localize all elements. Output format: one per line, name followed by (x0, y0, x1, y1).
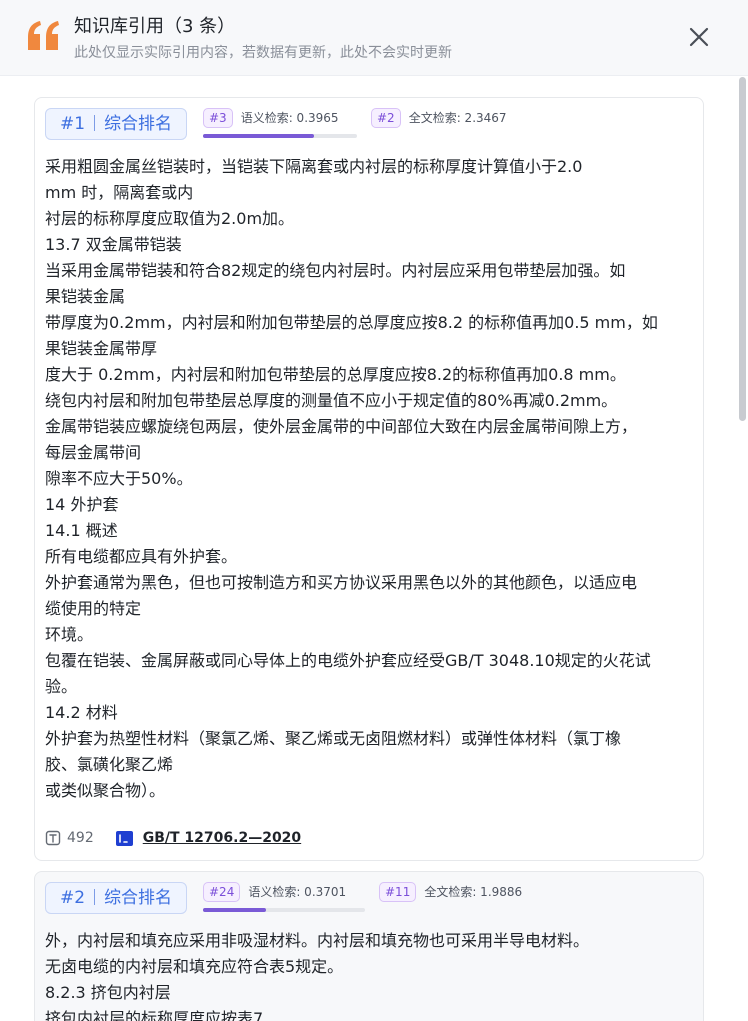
scrollbar[interactable] (739, 77, 746, 421)
fulltext-score: #2 全文检索: 2.3467 (371, 108, 541, 140)
content-line: 度大于 0.2mm，内衬层和附加包带垫层的总厚度应按8.2的标称值再加0.8 m… (45, 365, 626, 384)
content-line: 13.7 双金属带铠装 (45, 235, 182, 254)
rank-divider (94, 115, 96, 131)
dialog-subtitle: 此处仅显示实际引用内容，若数据有更新，此处不会实时更新 (74, 45, 452, 61)
fulltext-score: #11 全文检索: 1.9886 (379, 882, 549, 914)
content-line: 挤包内衬层的标称厚度应按表7 (45, 1009, 264, 1021)
content-line: mm 时，隔离套或内 (45, 183, 194, 202)
content-line: 胶、氯磺化聚乙烯 (45, 755, 174, 774)
content-line: 衬层的标称厚度应取值为2.0m加。 (45, 209, 295, 228)
rank-divider (94, 889, 96, 905)
content-line: 每层金属带间 (45, 443, 142, 462)
content-line: 果铠装金属 (45, 287, 126, 306)
rank-number: #2 (60, 888, 86, 908)
semantic-score-bar (203, 908, 365, 912)
rank-label: 综合排名 (104, 888, 173, 908)
rank-tag: #2 综合排名 (45, 882, 188, 914)
content-line: 带厚度为0.2mm，内衬层和附加包带垫层的总厚度应按8.2 的标称值再加0.5 … (45, 313, 658, 332)
semantic-score: #3 语义检索: 0.3965 (203, 108, 363, 140)
content-line: 14.2 材料 (45, 703, 118, 722)
fulltext-rank-badge: #2 (371, 108, 401, 128)
semantic-score-label: 语义检索: 0.3965 (240, 111, 339, 125)
content-line: 绕包内衬层和附加包带垫层总厚度的测量值不应小于规定值的80%再减0.2mm。 (45, 391, 618, 410)
content-line: 验。 (45, 677, 78, 696)
content-line: 14.1 概述 (45, 521, 118, 540)
content-line: 外，内衬层和填充应采用非吸湿材料。内衬层和填充物也可采用半导电材料。 (45, 931, 590, 950)
content-line: 外护套通常为黑色，但也可按制造方和买方协议采用黑色以外的其他颜色，以适应电 (45, 573, 638, 592)
citation-content: 外，内衬层和填充应采用非吸湿材料。内衬层和填充物也可采用半导电材料。 无卤电缆的内… (45, 928, 695, 1021)
semantic-score-bar (203, 134, 357, 138)
citation-list[interactable]: #1 综合排名 #3 语义检索: 0.3965 #2 全文检索: 2.3467 采用粗… (0, 77, 748, 1021)
content-line: 隙率不应大于50%。 (45, 469, 193, 488)
content-line: 采用粗圆金属丝铠装时，当铠装下隔离套或内衬层的标称厚度计算值小于2.0 (45, 157, 583, 176)
content-line: 当采用金属带铠装和符合82规定的绕包内衬层时。内衬层应采用包带垫层加强。如 (45, 261, 626, 280)
semantic-rank-badge: #24 (203, 882, 241, 902)
content-line: 所有电缆都应具有外护套。 (45, 547, 238, 566)
content-line: 果铠装金属带厚 (45, 339, 158, 358)
semantic-score-fill (203, 908, 267, 912)
dialog-title: 知识库引用（3 条） (74, 16, 236, 37)
content-line: 14 外护套 (45, 495, 119, 514)
fulltext-rank-badge: #11 (379, 882, 417, 902)
semantic-score-fill (203, 134, 314, 138)
rank-tag: #1 综合排名 (45, 108, 188, 140)
content-line: 外护套为热塑性材料（聚氯乙烯、聚乙烯或无卤阻燃材料）或弹性体材料（氯丁橡 (45, 729, 622, 748)
quote-icon (28, 21, 59, 50)
rank-number: #1 (60, 114, 86, 134)
content-line: 环境。 (45, 625, 94, 644)
semantic-score: #24 语义检索: 0.3701 (203, 882, 373, 914)
content-line: 无卤电缆的内衬层和填充应符合表5规定。 (45, 957, 344, 976)
content-line: 包覆在铠装、金属屏蔽或同心导体上的电缆外护套应经受GB/T 3048.10规定的… (45, 651, 651, 670)
content-line: 或类似聚合物）。 (45, 781, 166, 800)
citation-card: #1 综合排名 #3 语义检索: 0.3965 #2 全文检索: 2.3467 采用粗… (34, 97, 704, 861)
dialog-header: 知识库引用（3 条） 此处仅显示实际引用内容，若数据有更新，此处不会实时更新 (0, 0, 748, 76)
content-line: 8.2.3 挤包内衬层 (45, 983, 171, 1002)
token-count: 492 (67, 830, 94, 846)
citation-footer: 492 GB/T 12706.2—2020 (45, 827, 301, 849)
content-line: 缆使用的特定 (45, 599, 142, 618)
text-token-icon (45, 830, 61, 846)
document-icon (115, 830, 133, 846)
source-document-link[interactable]: GB/T 12706.2—2020 (143, 830, 301, 846)
fulltext-score-label: 全文检索: 1.9886 (424, 885, 523, 899)
rank-label: 综合排名 (104, 114, 173, 134)
content-line: 金属带铠装应螺旋绕包两层，使外层金属带的中间部位大致在内层金属带间隙上方， (45, 417, 638, 436)
citation-content: 采用粗圆金属丝铠装时，当铠装下隔离套或内衬层的标称厚度计算值小于2.0 mm 时，… (45, 154, 695, 804)
semantic-rank-badge: #3 (203, 108, 233, 128)
semantic-score-label: 语义检索: 0.3701 (248, 885, 347, 899)
fulltext-score-label: 全文检索: 2.3467 (408, 111, 507, 125)
citation-card: #2 综合排名 #24 语义检索: 0.3701 #11 全文检索: 1.9886 外… (34, 871, 704, 1021)
close-icon[interactable] (684, 22, 714, 52)
